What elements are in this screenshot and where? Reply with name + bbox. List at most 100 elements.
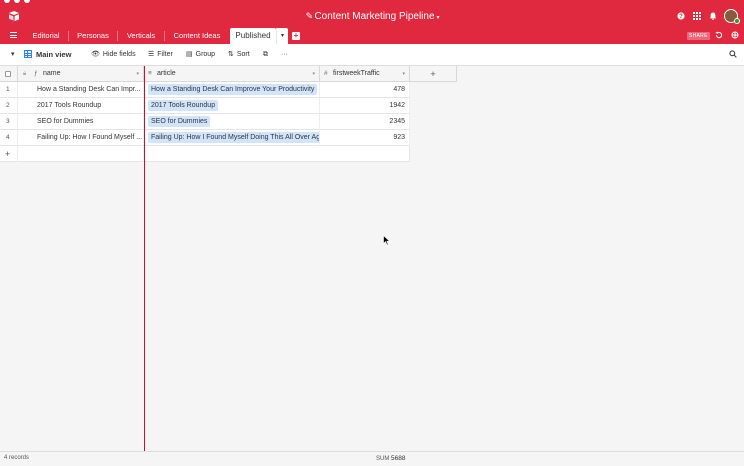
chevron-down-icon[interactable]: ▾ <box>136 66 139 82</box>
table-row[interactable]: 1 How a Standing Desk Can Impr... How a … <box>0 82 410 98</box>
app-header: ✎Content Marketing Pipeline ▾ ? Editorial… <box>0 0 744 44</box>
history-icon[interactable] <box>714 31 723 41</box>
add-record-row[interactable]: + <box>0 146 410 162</box>
cell-firstweektraffic[interactable]: 478 <box>320 82 410 98</box>
window-zoom-dot[interactable] <box>24 0 30 3</box>
mouse-cursor-icon <box>383 235 391 246</box>
cell-name[interactable]: How a Standing Desk Can Impr... <box>18 82 144 98</box>
hide-fields-label: Hide fields <box>102 51 136 58</box>
sort-button[interactable]: ⇅ Sort <box>228 50 250 60</box>
hamburger-menu-icon[interactable] <box>10 32 17 38</box>
long-text-field-icon: ≡ <box>148 70 152 77</box>
extensions-icon[interactable] <box>730 31 739 41</box>
group-label: Group <box>195 51 216 58</box>
chevron-down-icon: ▾ <box>436 15 440 21</box>
view-name: Main view <box>36 50 72 59</box>
filter-button[interactable]: ☰ Filter <box>148 50 173 60</box>
cell-name[interactable]: SEO for Dummies <box>18 114 144 130</box>
more-options-button[interactable]: ··· <box>281 50 288 60</box>
sort-icon: ⇅ <box>228 51 234 58</box>
formula-field-icon: ƒ <box>34 70 38 77</box>
add-record-plus-icon[interactable]: + <box>0 146 18 162</box>
cell-article[interactable]: 2017 Tools Roundup <box>144 98 320 114</box>
column-header-label: firstweekTraffic <box>333 70 380 77</box>
tab-verticals[interactable]: Verticals <box>118 28 164 44</box>
add-field-button[interactable]: + <box>410 66 457 82</box>
hide-fields-button[interactable]: 👁︎ Hide fields <box>91 50 136 60</box>
table-row[interactable]: 2 2017 Tools Roundup 2017 Tools Roundup … <box>0 98 410 114</box>
tab-editorial[interactable]: Editorial <box>24 28 68 44</box>
svg-text:?: ? <box>679 14 683 20</box>
table-row[interactable]: 3 SEO for Dummies SEO for Dummies 2345 <box>0 114 410 130</box>
search-icon <box>729 50 737 58</box>
grid-view-icon <box>24 50 32 58</box>
frozen-column-divider[interactable] <box>144 66 145 466</box>
cell-firstweektraffic[interactable]: 923 <box>320 130 410 146</box>
filter-icon: ☰ <box>148 51 155 58</box>
linked-record-chip[interactable]: How a Standing Desk Can Improve Your Pro… <box>148 84 318 95</box>
summary-bar: 4 records SUM 5688 <box>0 451 744 466</box>
add-row-cell[interactable] <box>18 146 144 162</box>
view-switcher[interactable]: Main view <box>24 50 71 60</box>
table-row[interactable]: 4 Failing Up: How I Found Myself ... Fai… <box>0 130 410 146</box>
table-tabs: Editorial Personas Verticals Content Ide… <box>0 28 744 44</box>
cell-article[interactable]: Failing Up: How I Found Myself Doing Thi… <box>144 130 320 146</box>
cell-firstweektraffic[interactable]: 1942 <box>320 98 410 114</box>
base-title-text: Content Marketing Pipeline <box>314 11 435 22</box>
tab-options-chevron-icon[interactable]: ▾ <box>276 28 288 44</box>
cell-article[interactable]: How a Standing Desk Can Improve Your Pro… <box>144 82 320 98</box>
row-number: 2 <box>0 98 18 114</box>
chevron-down-icon[interactable]: ▾ <box>312 66 315 82</box>
column-header-row: 🔒︎ ƒ name ▾ ≡ article ▾ # firstweekTraffic … <box>0 66 457 82</box>
bell-icon[interactable] <box>709 12 717 22</box>
add-table-button[interactable]: + <box>292 32 300 40</box>
grid-view: 🔒︎ ƒ name ▾ ≡ article ▾ # firstweekTraffic … <box>0 66 744 451</box>
group-button[interactable]: ▤ Group <box>186 50 215 60</box>
linked-record-chip[interactable]: SEO for Dummies <box>148 116 211 127</box>
pencil-icon: ✎ <box>305 11 314 21</box>
group-icon: ▤ <box>186 51 193 58</box>
online-status-dot <box>734 18 740 24</box>
select-all-checkbox[interactable] <box>5 71 11 77</box>
column-header-firstweektraffic[interactable]: # firstweekTraffic ▾ <box>320 66 410 82</box>
lock-icon: 🔒︎ <box>23 71 27 77</box>
share-view-button[interactable]: ⧉ <box>263 50 268 60</box>
tab-published[interactable]: Published <box>230 28 276 44</box>
row-number: 1 <box>0 82 18 98</box>
row-number: 4 <box>0 130 18 146</box>
cell-article[interactable]: SEO for Dummies <box>144 114 320 130</box>
number-field-icon: # <box>324 70 328 77</box>
view-toolbar: ▾ Main view 👁︎ Hide fields ☰ Filter ▤ Group… <box>0 44 744 66</box>
window-minimize-dot[interactable] <box>14 0 20 3</box>
cell-firstweektraffic[interactable]: 2345 <box>320 114 410 130</box>
external-link-icon: ⧉ <box>263 51 268 58</box>
traffic-sum[interactable]: SUM 5688 <box>376 455 405 462</box>
views-sidebar-toggle[interactable]: ▾ <box>11 50 15 60</box>
cell-name[interactable]: Failing Up: How I Found Myself ... <box>18 130 144 146</box>
window-close-dot[interactable] <box>4 0 10 3</box>
linked-record-chip[interactable]: 2017 Tools Roundup <box>148 100 219 111</box>
sum-value: 5688 <box>391 455 406 462</box>
row-number: 3 <box>0 114 18 130</box>
select-all-cell[interactable] <box>0 66 18 82</box>
filter-label: Filter <box>157 51 173 58</box>
linked-record-chip[interactable]: Failing Up: How I Found Myself Doing Thi… <box>148 132 319 143</box>
column-header-label: name <box>43 70 61 77</box>
column-header-label: article <box>157 70 176 77</box>
cell-name[interactable]: 2017 Tools Roundup <box>18 98 144 114</box>
tab-content-ideas[interactable]: Content Ideas <box>165 28 229 44</box>
sum-label: SUM <box>376 456 390 462</box>
search-button[interactable] <box>729 50 737 60</box>
apps-grid-icon[interactable] <box>693 12 701 22</box>
tab-personas[interactable]: Personas <box>69 28 117 44</box>
record-count: 4 records <box>4 455 30 461</box>
base-title[interactable]: ✎Content Marketing Pipeline ▾ <box>0 11 744 22</box>
chevron-down-icon[interactable]: ▾ <box>402 66 405 82</box>
sort-label: Sort <box>236 51 250 58</box>
column-header-article[interactable]: ≡ article ▾ <box>144 66 320 82</box>
column-header-name[interactable]: 🔒︎ ƒ name ▾ <box>18 66 144 82</box>
help-icon[interactable]: ? <box>677 12 685 22</box>
eye-icon: 👁︎ <box>91 51 100 58</box>
share-button[interactable]: SHARE <box>687 32 710 40</box>
add-row-cell[interactable] <box>144 146 410 162</box>
